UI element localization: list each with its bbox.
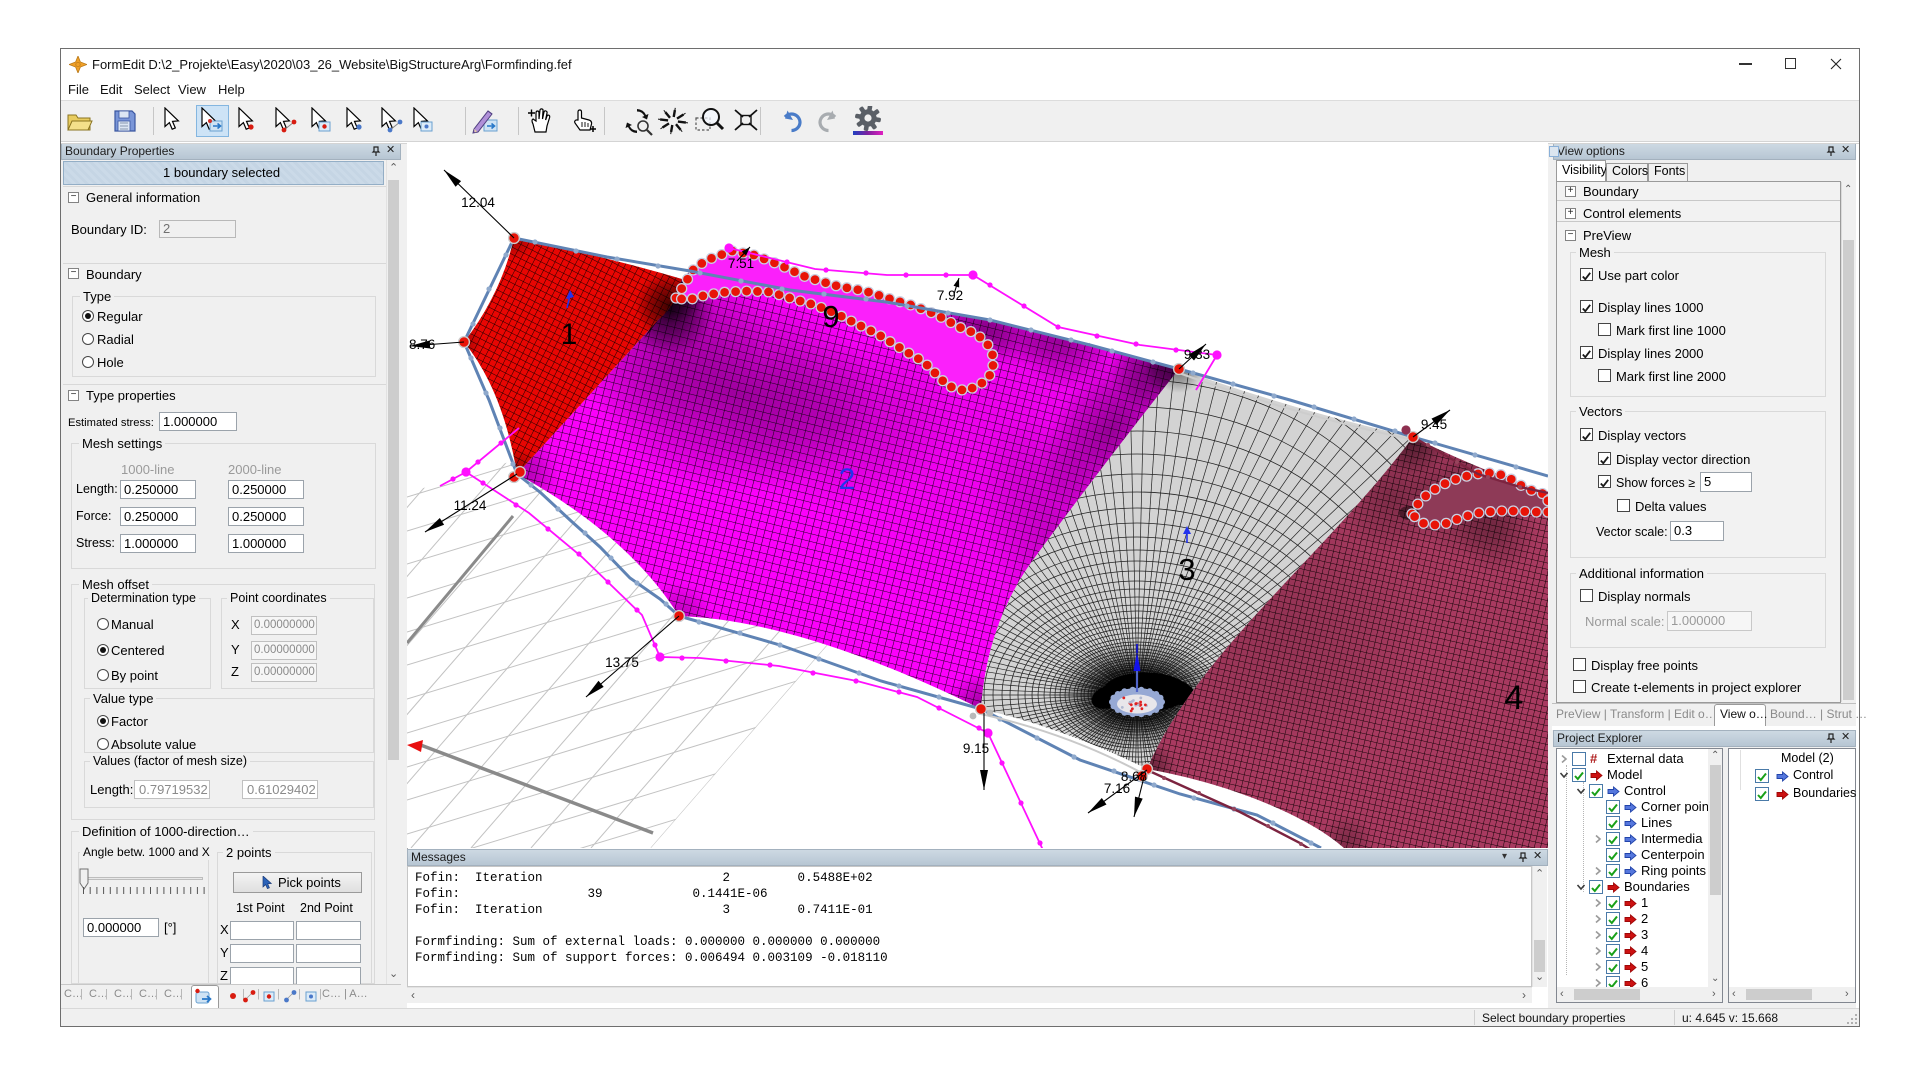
svg-text:7.51: 7.51 (728, 256, 754, 271)
svg-text:12.04: 12.04 (461, 195, 495, 210)
svg-text:8.76: 8.76 (409, 337, 435, 352)
svg-text:3: 3 (1178, 552, 1195, 587)
svg-text:4: 4 (1505, 679, 1524, 717)
svg-text:9.33: 9.33 (1184, 347, 1210, 362)
svg-text:7.16: 7.16 (1104, 781, 1130, 796)
svg-text:7.92: 7.92 (937, 288, 963, 303)
svg-text:1: 1 (561, 318, 578, 351)
svg-text:2: 2 (839, 463, 856, 496)
svg-text:13.75: 13.75 (605, 655, 639, 670)
svg-text:9: 9 (822, 299, 839, 334)
svg-text:11.24: 11.24 (454, 498, 487, 513)
svg-text:9.45: 9.45 (1421, 417, 1447, 432)
svg-text:9.15: 9.15 (963, 741, 989, 756)
